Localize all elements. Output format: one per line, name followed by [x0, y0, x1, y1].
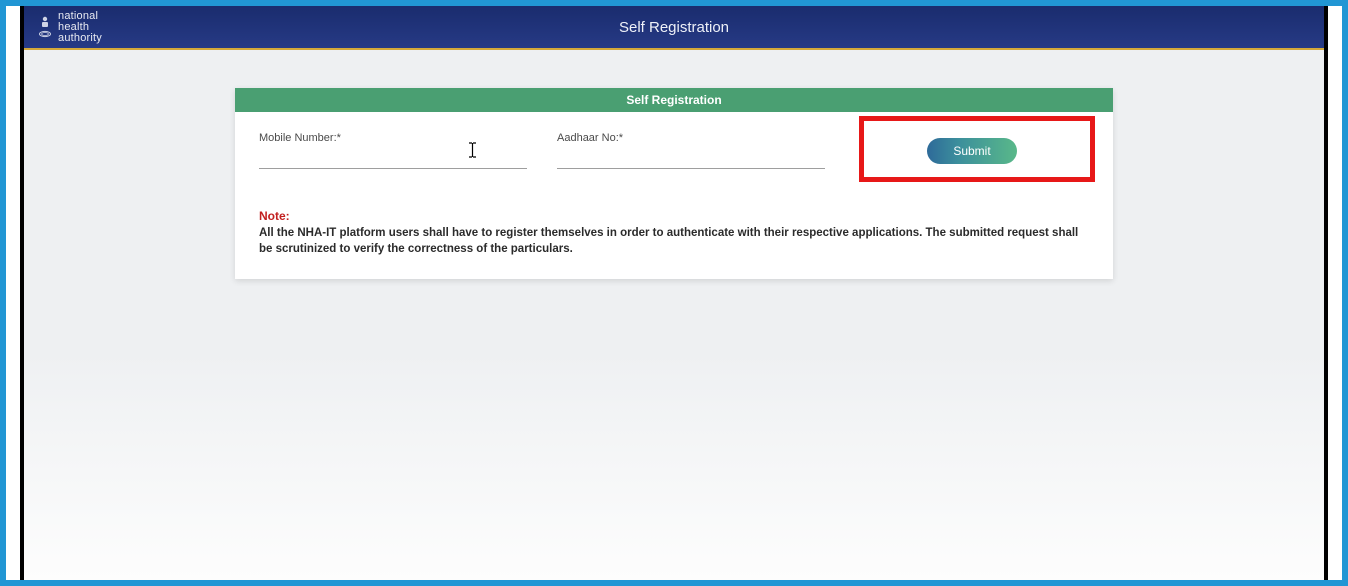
- brand-line1: national: [58, 11, 102, 22]
- brand-line3: authority: [58, 33, 102, 44]
- aadhaar-field: Aadhaar No:*: [557, 132, 825, 169]
- brand-text: national health authority: [58, 11, 102, 44]
- brand-logo: national health authority: [24, 11, 102, 44]
- aadhaar-input[interactable]: [557, 146, 825, 169]
- self-registration-card: Self Registration Mobile Number:* Aadhaa…: [235, 88, 1113, 279]
- aadhaar-label: Aadhaar No:*: [557, 132, 825, 144]
- action-column: Submit: [855, 132, 1089, 164]
- app-viewport: national health authority Self Registrat…: [20, 6, 1328, 580]
- brand-line2: health: [58, 22, 102, 33]
- submit-button[interactable]: Submit: [927, 138, 1017, 164]
- emblem-icon: [38, 16, 52, 38]
- form-row: Mobile Number:* Aadhaar No:* Submit: [259, 132, 1089, 169]
- mobile-input[interactable]: [259, 146, 527, 169]
- note-label: Note:: [259, 209, 1089, 223]
- outer-frame: national health authority Self Registrat…: [6, 6, 1342, 580]
- card-body: Mobile Number:* Aadhaar No:* Submit Note: [235, 112, 1113, 279]
- mobile-label: Mobile Number:*: [259, 132, 527, 144]
- content-area: Self Registration Mobile Number:* Aadhaa…: [24, 50, 1324, 279]
- page-title: Self Registration: [619, 19, 729, 36]
- card-title: Self Registration: [235, 88, 1113, 112]
- mobile-field: Mobile Number:*: [259, 132, 527, 169]
- app-header: national health authority Self Registrat…: [24, 6, 1324, 50]
- note-text: All the NHA-IT platform users shall have…: [259, 226, 1089, 257]
